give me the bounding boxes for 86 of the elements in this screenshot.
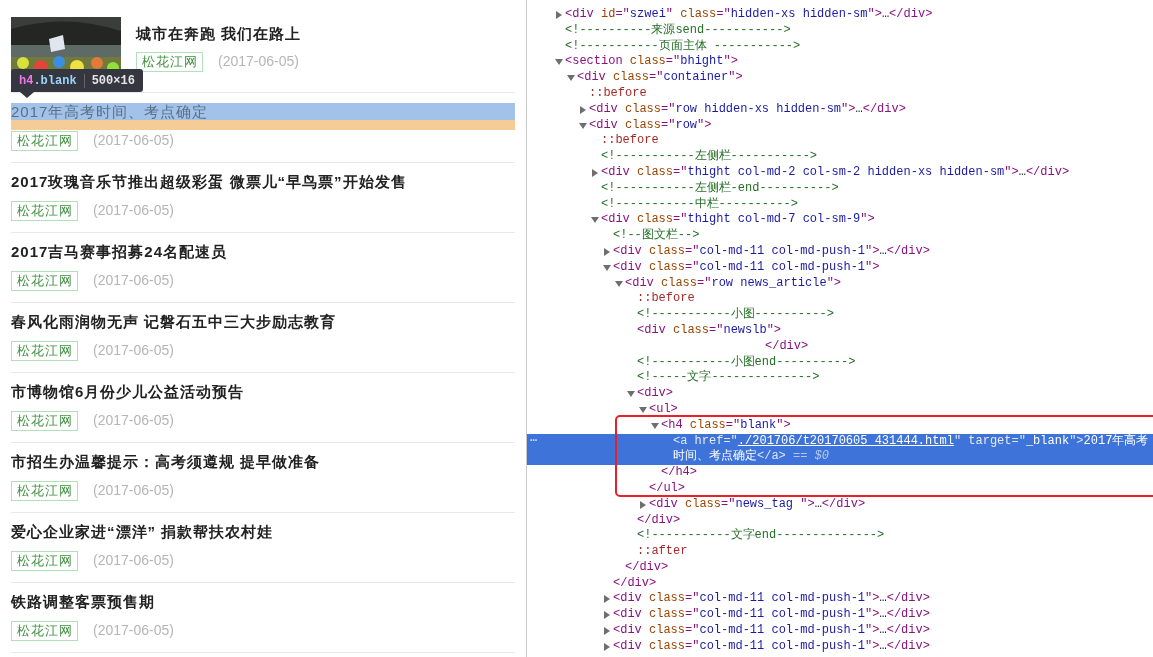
- element-markup[interactable]: <div class="row news_article">: [625, 275, 842, 290]
- source-tag[interactable]: 松花江网: [11, 410, 78, 431]
- news-title[interactable]: 2017吉马赛事招募24名配速员: [11, 243, 515, 260]
- closing-tag: </div>: [625, 559, 669, 574]
- news-date: (2017-06-05): [93, 341, 174, 360]
- closing-tag: </ul>: [649, 480, 685, 495]
- news-title[interactable]: 铁路调整客票预售期: [11, 593, 515, 610]
- pseudo-element: ::before: [601, 133, 659, 148]
- expanded-arrow-icon[interactable]: [627, 390, 635, 399]
- collapsed-arrow-icon[interactable]: [603, 247, 611, 256]
- element-markup[interactable]: <div id="szwei" class="hidden-xs hidden-sm">…</div>: [565, 7, 933, 21]
- element-markup[interactable]: <h4 class="blank">: [661, 417, 791, 432]
- collapsed-arrow-icon[interactable]: [603, 611, 611, 620]
- source-tag[interactable]: 松花江网: [11, 480, 78, 501]
- news-title[interactable]: 2017玫瑰音乐节推出超级彩蛋 微票儿“早鸟票”开始发售: [11, 173, 515, 190]
- news-title[interactable]: 爱心企业家进“漂洋” 捐款帮扶农村娃: [11, 523, 515, 540]
- collapsed-arrow-icon[interactable]: [603, 627, 611, 636]
- element-markup[interactable]: <ul>: [649, 401, 678, 416]
- html-comment: <!----------来源send----------->: [565, 22, 791, 37]
- expanded-arrow-icon[interactable]: [591, 216, 599, 225]
- tooltip-selector: h4.blank: [19, 72, 77, 90]
- element-markup[interactable]: <section class="bhight">: [565, 54, 738, 69]
- closing-tag: </div>: [637, 512, 681, 527]
- news-date: (2017-06-05): [93, 131, 174, 150]
- news-date: (2017-06-05): [218, 52, 299, 71]
- news-title[interactable]: 春风化雨润物无声 记磐石五中三大步励志教育: [11, 313, 515, 330]
- news-date: (2017-06-05): [93, 551, 174, 570]
- collapsed-arrow-icon[interactable]: [603, 642, 611, 651]
- element-markup[interactable]: <div class="row hidden-xs hidden-sm">…</div>: [589, 101, 906, 116]
- element-markup[interactable]: <div class="container">: [577, 70, 743, 85]
- tooltip-size: 500×16: [91, 72, 135, 90]
- collapsed-arrow-icon[interactable]: [579, 105, 587, 114]
- news-date: (2017-06-05): [93, 481, 174, 500]
- news-title[interactable]: 市博物馆6月份少儿公益活动预告: [11, 383, 515, 400]
- news-title[interactable]: 市招生办温馨提示：高考须遵规 提早做准备: [11, 453, 515, 470]
- source-tag[interactable]: 松花江网: [11, 340, 78, 361]
- pseudo-element: ::before: [637, 291, 695, 306]
- element-markup[interactable]: <div class="col-md-11 col-md-push-1">…</div>: [613, 591, 930, 606]
- source-tag[interactable]: 松花江网: [11, 550, 78, 571]
- news-title[interactable]: 城市在奔跑 我们在路上: [136, 23, 302, 43]
- element-markup[interactable]: <div class="thight col-md-2 col-sm-2 hidden-xs hidden-sm">…</div>: [601, 164, 1070, 179]
- element-markup[interactable]: <div class="col-md-11 col-md-push-1">…</div>: [613, 243, 930, 258]
- expanded-arrow-icon[interactable]: [651, 421, 659, 430]
- source-tag[interactable]: 松花江网: [11, 200, 78, 221]
- html-comment: <!-----------左侧栏----------->: [601, 149, 818, 164]
- element-markup[interactable]: <div class="col-md-11 col-md-push-1">…</div>: [613, 623, 930, 638]
- news-date: (2017-06-05): [93, 411, 174, 430]
- collapsed-arrow-icon[interactable]: [555, 11, 563, 19]
- news-date: (2017-06-05): [93, 201, 174, 220]
- html-comment: <!-----------小图end---------->: [637, 354, 856, 369]
- html-comment: <!-----------页面主体 ----------->: [565, 38, 801, 53]
- html-comment: <!-----------左侧栏-end---------->: [601, 180, 839, 195]
- html-comment: <!-----------小图---------->: [637, 307, 834, 322]
- news-date: (2017-06-05): [93, 621, 174, 640]
- source-tag[interactable]: 松花江网: [11, 270, 78, 291]
- expanded-arrow-icon[interactable]: [567, 74, 575, 83]
- html-comment: <!--图文栏-->: [613, 228, 700, 243]
- source-tag[interactable]: 松花江网: [11, 130, 78, 151]
- closing-tag: </div>: [765, 338, 809, 353]
- expanded-arrow-icon[interactable]: [555, 58, 563, 67]
- element-markup[interactable]: <div>: [637, 386, 673, 401]
- element-markup[interactable]: <div class="col-md-11 col-md-push-1">…</div>: [613, 638, 930, 653]
- element-markup[interactable]: <div class="row">: [589, 117, 712, 132]
- element-markup[interactable]: <div class="thight col-md-7 col-sm-9">: [601, 212, 875, 227]
- collapsed-arrow-icon[interactable]: [639, 500, 647, 509]
- html-comment: <!-----------文字end-------------->: [637, 528, 885, 543]
- expanded-arrow-icon[interactable]: [579, 121, 587, 130]
- selected-element-markup[interactable]: <a href="./201706/t20170605_431444.html" target="_blank">2017年高考时间、考点确定</a> == $0: [673, 433, 1149, 466]
- collapsed-arrow-icon[interactable]: [603, 595, 611, 604]
- source-tag[interactable]: 松花江网: [136, 51, 203, 72]
- collapsed-arrow-icon[interactable]: [591, 168, 599, 177]
- element-markup[interactable]: <div class="newslb">: [637, 322, 782, 337]
- closing-tag: </div>: [613, 575, 657, 590]
- element-markup[interactable]: <div class="news_tag ">…</div>: [649, 496, 866, 511]
- html-comment: <!-----文字-------------->: [637, 370, 820, 385]
- element-markup[interactable]: <div class="col-md-11 col-md-push-1">: [613, 259, 880, 274]
- expanded-arrow-icon[interactable]: [615, 279, 623, 288]
- html-comment: <!-----------中栏---------->: [601, 196, 798, 211]
- pseudo-element: ::after: [637, 544, 688, 559]
- closing-tag: </h4>: [661, 465, 697, 480]
- pseudo-element: ::before: [589, 86, 647, 100]
- expanded-arrow-icon[interactable]: [603, 263, 611, 272]
- expanded-arrow-icon[interactable]: [639, 405, 647, 414]
- news-date: (2017-06-05): [93, 271, 174, 290]
- element-markup[interactable]: <div class="col-md-11 col-md-push-1">…</div>: [613, 607, 930, 622]
- source-tag[interactable]: 松花江网: [11, 620, 78, 641]
